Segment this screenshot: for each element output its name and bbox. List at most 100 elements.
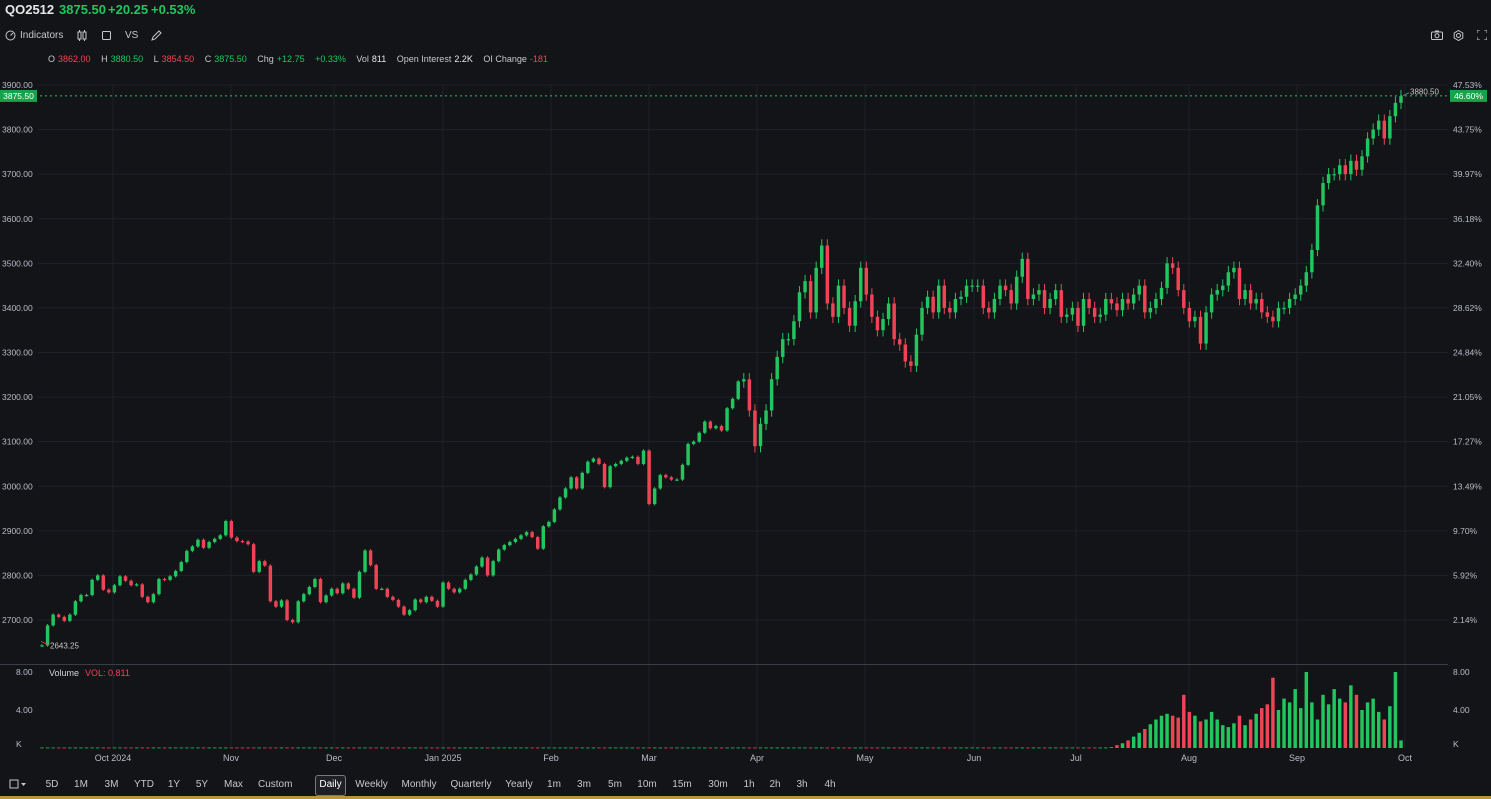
volume-bar (40, 747, 44, 749)
interval-button-3m[interactable]: 3m (576, 775, 592, 794)
volume-bar (842, 747, 846, 749)
candle (1338, 165, 1342, 175)
candle (586, 461, 590, 473)
volume-bar (658, 747, 662, 749)
price-chart[interactable]: 3900.00 3800.00 3700.00 3600.00 3500.00 3400.… (0, 0, 1491, 770)
interval-button-4h[interactable]: 4h (823, 775, 837, 794)
volume-bar (62, 747, 67, 749)
candle (1092, 307, 1097, 317)
volume-bar (608, 747, 612, 749)
volume-bar (335, 747, 339, 749)
time-tick: Sep (1289, 753, 1305, 763)
interval-button-3h[interactable]: 3h (795, 775, 809, 794)
candle (1148, 307, 1153, 313)
volume-bar (781, 747, 785, 749)
volume-bar (268, 747, 273, 749)
volume-bar (1198, 721, 1203, 748)
candle (892, 303, 896, 340)
volume-bar (881, 747, 885, 749)
interval-button-quarterly[interactable]: Quarterly (450, 775, 492, 794)
interval-button-2h[interactable]: 2h (768, 775, 782, 794)
candle (1248, 290, 1253, 304)
volume-bar (664, 747, 668, 749)
price-tick: 3400.00 (2, 303, 33, 313)
interval-button-10m[interactable]: 10m (637, 775, 657, 794)
range-button-5d[interactable]: 5D (44, 775, 60, 794)
candle (1271, 316, 1275, 322)
candle (786, 339, 791, 341)
volume-bar (652, 747, 657, 749)
volume-bar (1003, 747, 1008, 749)
volume-bar (931, 747, 935, 749)
candle (1349, 160, 1353, 175)
price-tick: 3300.00 (2, 348, 33, 358)
volume-bar (1026, 747, 1030, 749)
volume-bar (602, 747, 607, 749)
volume-bar (892, 747, 896, 749)
range-button-max[interactable]: Max (224, 775, 243, 794)
candle (90, 579, 94, 596)
range-button-3m[interactable]: 3M (103, 775, 120, 794)
percent-tick: 47.53% (1453, 80, 1482, 90)
candle (597, 458, 601, 464)
candle (903, 344, 908, 362)
time-tick: Mar (641, 753, 657, 763)
candle (820, 245, 824, 268)
interval-button-30m[interactable]: 30m (707, 775, 729, 794)
candle (1193, 316, 1197, 322)
volume-bar (775, 747, 779, 749)
candle (1098, 314, 1102, 317)
interval-button-weekly[interactable]: Weekly (355, 775, 388, 794)
range-button-1m[interactable]: 1M (73, 775, 89, 794)
time-tick: Apr (750, 753, 764, 763)
interval-button-daily[interactable]: Daily (315, 775, 346, 796)
interval-button-15m[interactable]: 15m (671, 775, 693, 794)
volume-bar (68, 747, 72, 749)
price-tick: 2800.00 (2, 570, 33, 580)
volume-value: VOL: 0.811 (85, 668, 130, 678)
candle (1376, 120, 1381, 130)
candle (591, 458, 596, 462)
volume-bar (769, 747, 774, 749)
volume-bar (1254, 713, 1258, 748)
candle (853, 301, 857, 326)
candle (569, 477, 573, 489)
interval-button-1h[interactable]: 1h (742, 775, 756, 794)
candle (279, 600, 284, 607)
volume-bar (263, 747, 267, 749)
volume-bar (1310, 702, 1314, 748)
volume-bar (1031, 747, 1036, 749)
volume-bar (90, 747, 94, 749)
range-button-custom[interactable]: Custom (258, 775, 292, 794)
volume-bar (1365, 702, 1370, 748)
volume-bar (363, 747, 367, 749)
candle (413, 599, 417, 611)
interval-button-monthly[interactable]: Monthly (400, 775, 438, 794)
range-button-ytd[interactable]: YTD (134, 775, 154, 794)
volume-bar (1009, 747, 1013, 749)
volume-bar (619, 747, 623, 749)
volume-bar (1059, 747, 1063, 749)
interval-button-1m[interactable]: 1m (546, 775, 562, 794)
percent-tick: 17.27% (1453, 437, 1482, 447)
volume-bar (441, 747, 445, 749)
candle (541, 526, 545, 549)
interval-button-yearly[interactable]: Yearly (504, 775, 534, 794)
date-range-dropdown[interactable] (4, 775, 30, 794)
range-button-1y[interactable]: 1Y (167, 775, 181, 794)
volume-bar (1081, 747, 1086, 749)
range-button-5y[interactable]: 5Y (195, 775, 209, 794)
volume-bar (346, 747, 351, 749)
candle (257, 561, 261, 572)
candle (625, 457, 629, 461)
percent-tick: 24.84% (1453, 348, 1482, 358)
price-tick: 3600.00 (2, 214, 33, 224)
candle (173, 570, 178, 577)
candle (920, 307, 924, 335)
interval-button-5m[interactable]: 5m (607, 775, 623, 794)
candle (335, 588, 339, 594)
volume-bar (1176, 717, 1180, 748)
candle (580, 472, 584, 489)
volume-bar (1170, 715, 1175, 748)
candle (936, 285, 941, 313)
